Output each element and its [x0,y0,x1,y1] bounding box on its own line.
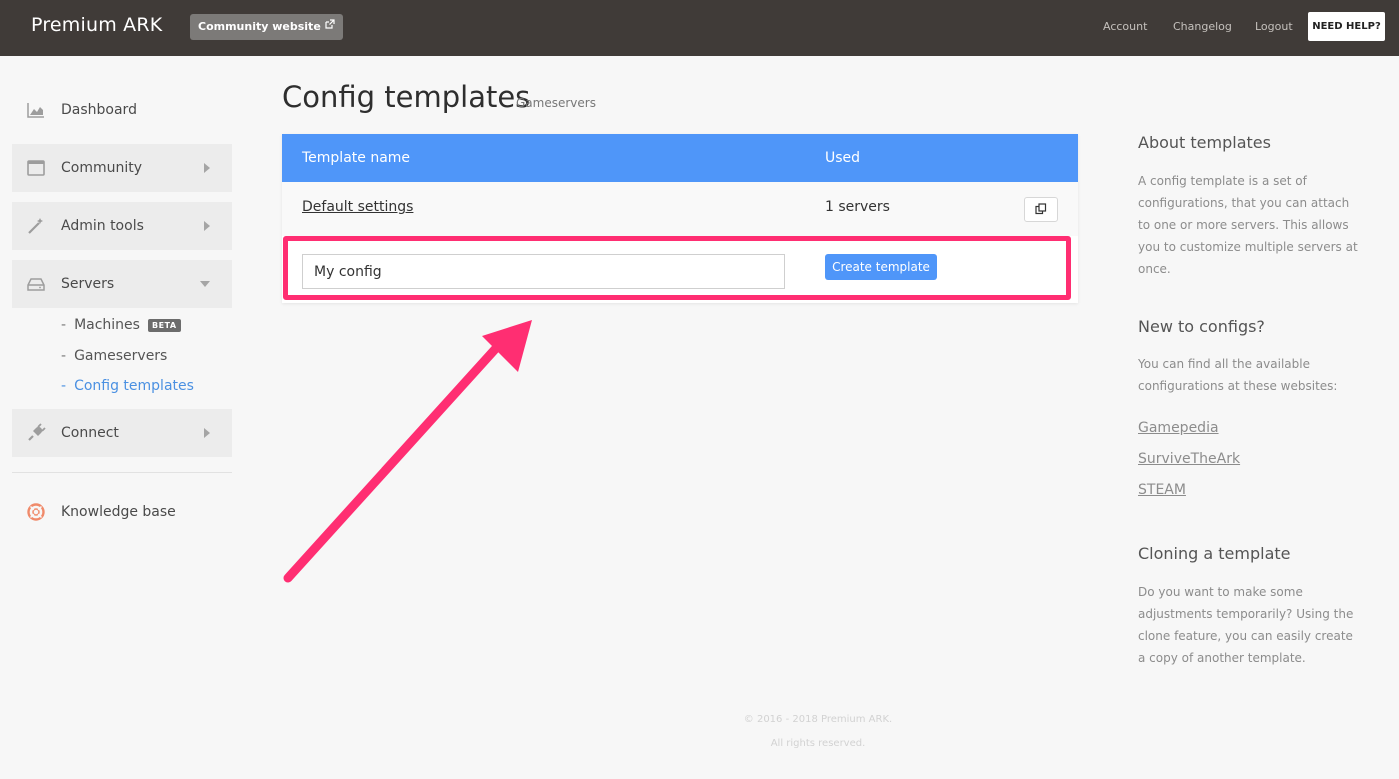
create-template-button[interactable]: Create template [825,254,937,280]
sidebar-item-community[interactable]: Community [12,144,232,192]
sidebar-item-label: Connect [61,425,119,441]
plug-icon [26,423,46,443]
sidebar-item-label: Servers [61,276,115,292]
table-header: Template name Used [282,134,1078,182]
hard-drive-icon [26,274,46,294]
sidebar-item-label: Community [61,160,143,176]
chevron-right-icon [204,428,210,438]
new-to-configs-text: You can find all the available configura… [1138,357,1338,393]
sidebar-item-label: Dashboard [61,102,137,118]
window-icon [26,158,46,178]
annotation-arrow [283,320,532,583]
sidebar-item-connect[interactable]: Connect [12,409,232,457]
about-templates-title: About templates [1138,133,1271,152]
sidebar-subitem-label: Config templates [74,378,194,394]
page-subtitle: Gameservers [516,96,596,110]
survivetheark-link[interactable]: SurviveTheArk [1138,451,1240,467]
gamepedia-link[interactable]: Gamepedia [1138,420,1219,436]
table-row: Default settings 1 servers [282,182,1078,236]
bullet-dash: - [61,317,67,333]
sidebar-subitem-label: Machines [74,317,140,333]
template-used-count: 1 servers [825,199,890,215]
community-website-button[interactable]: Community website [190,14,343,40]
sidebar-item-admin-tools[interactable]: Admin tools [12,202,232,250]
sidebar-divider [12,472,232,473]
nav-changelog-link[interactable]: Changelog [1173,20,1232,33]
sidebar-subitem-gameservers[interactable]: - Gameservers [61,348,167,364]
community-website-label: Community website [198,20,321,33]
sidebar-subitem-label: Gameservers [74,348,168,364]
sidebar-item-label: Admin tools [61,218,144,234]
sidebar-item-knowledge-base[interactable]: Knowledge base [12,488,232,536]
copy-icon [1035,200,1047,219]
clone-template-button[interactable] [1024,197,1058,222]
cloning-template-title: Cloning a template [1138,544,1291,563]
area-chart-icon [26,100,46,120]
template-name-input[interactable] [302,254,785,289]
sidebar-item-servers[interactable]: Servers [12,260,232,308]
beta-badge: BETA [147,318,181,332]
column-header-template-name: Template name [302,150,411,166]
cloning-template-text: Do you want to make some adjustments tem… [1138,585,1354,665]
template-name-link[interactable]: Default settings [302,199,413,215]
life-ring-icon [26,502,46,522]
need-help-button[interactable]: NEED HELP? [1308,12,1385,41]
column-header-used: Used [825,150,861,166]
nav-logout-link[interactable]: Logout [1255,20,1293,33]
sidebar-item-label: Knowledge base [61,504,176,520]
new-to-configs-title: New to configs? [1138,317,1265,336]
about-templates-text: A config template is a set of configurat… [1138,174,1358,276]
footer-rights: All rights reserved. [770,738,866,749]
templates-table: Template name Used Default settings 1 se… [282,134,1078,303]
chevron-down-icon [200,281,210,287]
top-navbar: Premium ARK Community website Account Ch… [0,0,1399,56]
nav-account-link[interactable]: Account [1103,20,1147,33]
brand-logo[interactable]: Premium ARK [31,14,162,36]
footer-copyright: © 2016 - 2018 Premium ARK. [743,714,893,725]
chevron-right-icon [204,221,210,231]
magic-wand-icon [26,216,46,236]
sidebar-item-dashboard[interactable]: Dashboard [12,86,232,134]
bullet-dash: - [61,348,67,364]
bullet-dash: - [61,378,67,394]
steam-link[interactable]: STEAM [1138,482,1186,498]
sidebar-subitem-machines[interactable]: - Machines BETA [61,317,181,333]
sidebar-subitem-config-templates[interactable]: - Config templates [61,378,194,394]
external-link-icon [325,14,335,40]
page-title: Config templates [282,80,531,114]
chevron-right-icon [204,163,210,173]
